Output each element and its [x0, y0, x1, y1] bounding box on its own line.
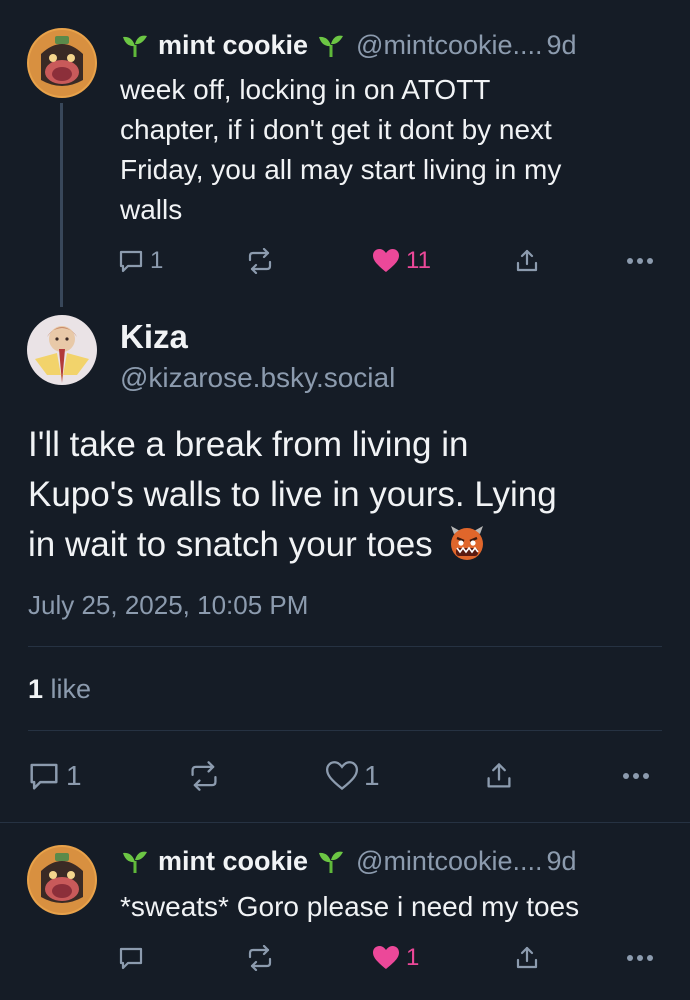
reply-button[interactable]: 1 — [118, 246, 163, 276]
repost-icon — [191, 761, 217, 791]
repost-button[interactable] — [246, 943, 274, 973]
post-header: mint cookie @mintcookie.... 9d — [120, 844, 577, 878]
thread-line — [60, 103, 63, 307]
more-icon — [627, 955, 653, 961]
author-handle[interactable]: @mintcookie.... — [356, 846, 542, 877]
reply-button[interactable] — [118, 943, 150, 973]
like-button[interactable]: 1 — [372, 943, 419, 973]
sprout-emoji-icon — [316, 33, 346, 57]
main-author-name[interactable]: Kiza — [120, 318, 188, 356]
post-time: 9d — [546, 29, 577, 60]
repost-button[interactable] — [246, 246, 274, 276]
likes-summary[interactable]: 1 like — [28, 674, 91, 705]
share-button[interactable] — [514, 943, 540, 973]
share-icon — [487, 763, 511, 788]
main-author-handle[interactable]: @kizarose.bsky.social — [120, 362, 395, 394]
post-text: *sweats* Goro please i need my toes — [120, 891, 580, 922]
main-post-text: I'll take a break from living in Kupo's … — [28, 420, 678, 576]
more-button[interactable] — [620, 756, 652, 796]
more-icon — [627, 258, 653, 264]
divider — [28, 730, 662, 731]
sprout-emoji-icon — [120, 849, 150, 873]
kiza-avatar[interactable] — [27, 315, 97, 385]
reply-icon — [119, 947, 143, 970]
author-name[interactable]: mint cookie — [158, 30, 308, 61]
share-button[interactable] — [484, 756, 514, 796]
ogre-emoji-icon — [448, 524, 486, 576]
reply-icon — [30, 763, 58, 790]
mint-cookie-avatar[interactable] — [27, 28, 97, 98]
sprout-emoji-icon — [316, 849, 346, 873]
divider — [0, 822, 690, 823]
share-button[interactable] — [514, 246, 540, 276]
more-button[interactable] — [626, 246, 654, 276]
repost-icon — [248, 248, 272, 274]
repost-icon — [248, 945, 272, 971]
author-name[interactable]: mint cookie — [158, 846, 308, 877]
heart-icon — [326, 761, 358, 791]
post-time: 9d — [546, 845, 577, 876]
sprout-emoji-icon — [120, 33, 150, 57]
mint-cookie-avatar[interactable] — [27, 845, 97, 915]
post-date[interactable]: July 25, 2025, 10:05 PM — [28, 590, 308, 621]
divider — [28, 646, 662, 647]
main-post-actions: 1 1 — [28, 756, 662, 796]
like-button[interactable]: 1 — [326, 756, 380, 796]
author-handle[interactable]: @mintcookie.... — [356, 30, 542, 61]
post-header: mint cookie @mintcookie.... 9d — [120, 28, 577, 62]
heart-icon — [373, 946, 399, 969]
post-actions: 1 11 — [118, 246, 658, 276]
share-icon — [516, 946, 538, 969]
like-button[interactable]: 11 — [372, 246, 431, 276]
reply-button[interactable]: 1 — [28, 756, 82, 796]
reply-icon — [119, 250, 143, 273]
post-text: week off, locking in on ATOTT chapter, i… — [120, 74, 562, 225]
heart-icon — [373, 249, 399, 272]
share-icon — [516, 249, 538, 272]
repost-button[interactable] — [188, 756, 220, 796]
more-icon — [623, 773, 649, 779]
post-actions: 1 — [118, 943, 658, 973]
more-button[interactable] — [626, 943, 654, 973]
